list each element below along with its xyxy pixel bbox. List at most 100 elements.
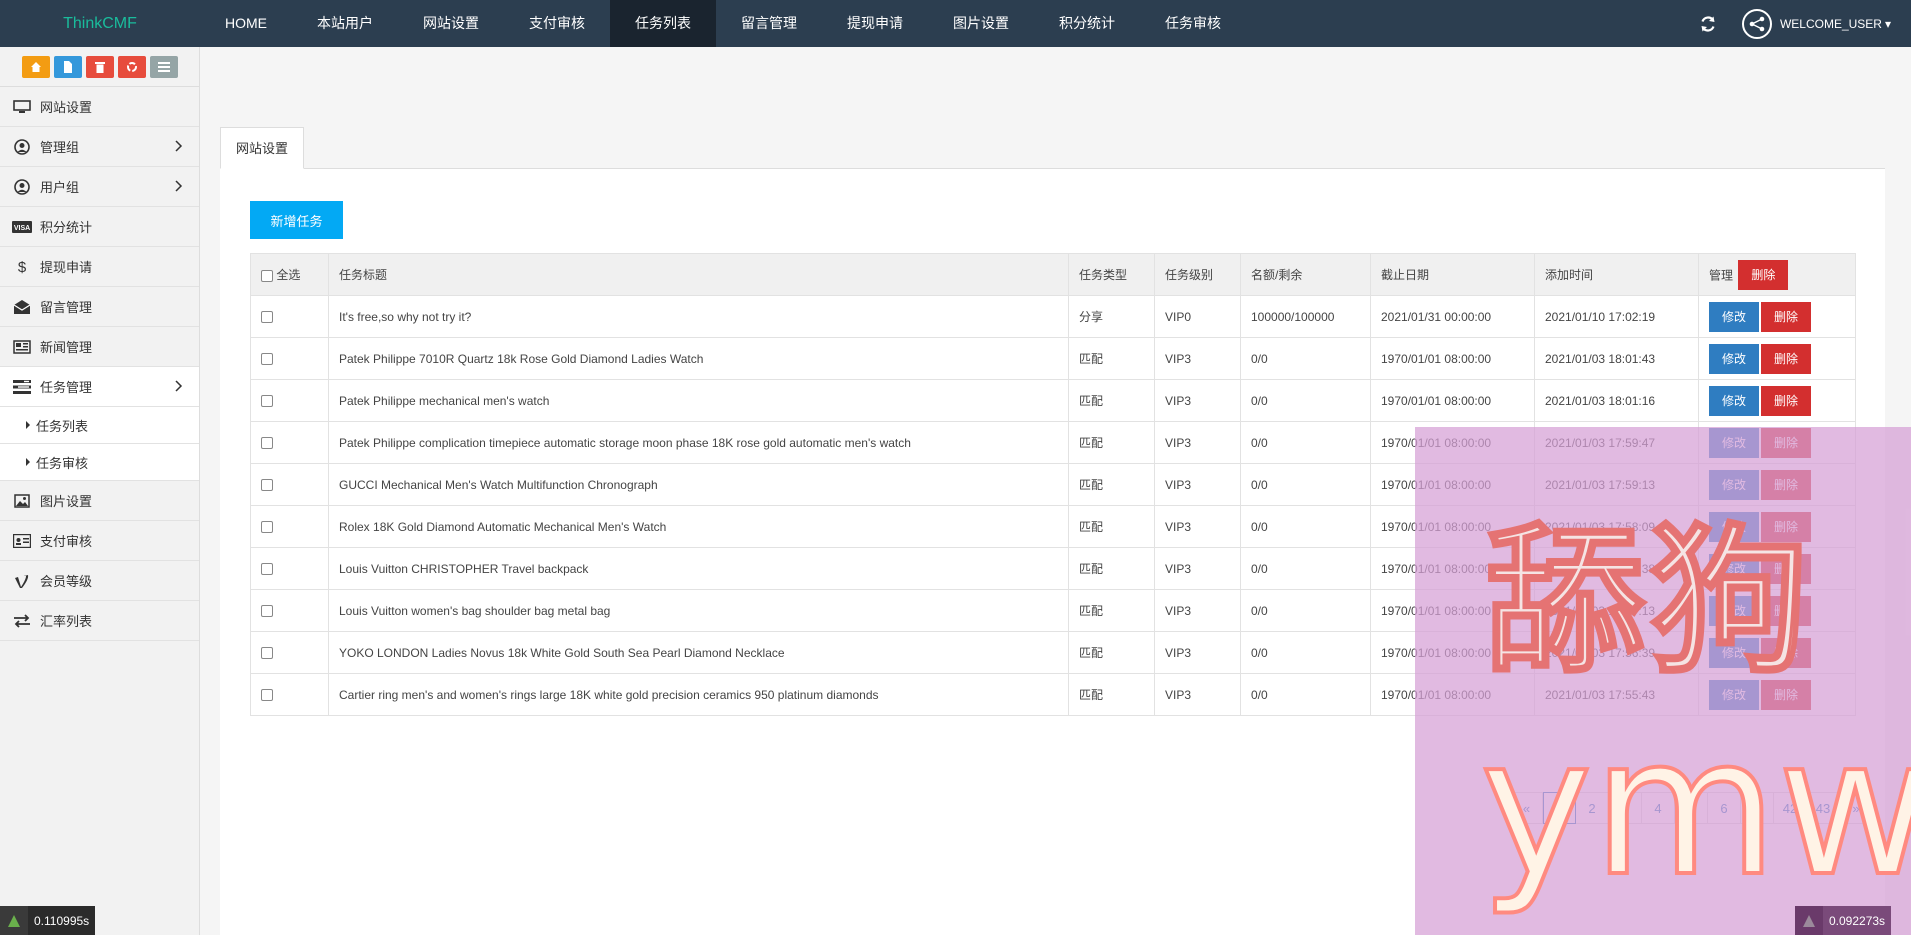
task-type-cell: 匹配 bbox=[1068, 463, 1155, 506]
task-quota-cell: 0/0 bbox=[1240, 463, 1371, 506]
task-quota-cell: 0/0 bbox=[1240, 589, 1371, 632]
user-circle-icon bbox=[12, 178, 32, 195]
sidebar: 网站设置 管理组用户组 VISA 积分统计 $ 提现申请 留言管理新闻管理任务管理 任务列表任… bbox=[0, 47, 200, 935]
recycle-icon[interactable] bbox=[117, 55, 146, 78]
top-nav: HOME 本站用户 网站设置 支付审核 任务列表 留言管理 提现申请 图片设置 积分统计 任务审核 bbox=[200, 0, 1246, 47]
sidebar-item[interactable]: 支付审核 bbox=[0, 521, 199, 561]
topnav-item[interactable]: 提现申请 bbox=[822, 0, 928, 47]
bulk-delete-button[interactable]: 删除 bbox=[1738, 259, 1789, 290]
edit-button[interactable]: 修改 bbox=[1709, 301, 1759, 332]
deadline-header: 截止日期 bbox=[1370, 253, 1535, 296]
sidebar-subitem[interactable]: 任务列表 bbox=[0, 407, 199, 444]
task-level-cell: VIP3 bbox=[1154, 673, 1241, 716]
sidebar-item[interactable]: $ 提现申请 bbox=[0, 247, 199, 287]
topnav-item[interactable]: 本站用户 bbox=[292, 0, 398, 47]
tasks-icon bbox=[12, 379, 32, 395]
welcome-label: WELCOME_USER bbox=[1779, 16, 1882, 31]
delete-button[interactable]: 删除 bbox=[1761, 301, 1811, 332]
topnav-item[interactable]: 留言管理 bbox=[716, 0, 822, 47]
row-select-cell bbox=[250, 547, 329, 590]
level-header: 任务级别 bbox=[1154, 253, 1241, 296]
task-type-cell: 匹配 bbox=[1068, 673, 1155, 716]
sidebar-item[interactable]: 会员等级 bbox=[0, 561, 199, 601]
trash-icon[interactable] bbox=[85, 55, 114, 78]
row-select-cell bbox=[250, 421, 329, 464]
task-deadline-cell: 1970/01/01 08:00:00 bbox=[1370, 379, 1535, 422]
row-checkbox[interactable] bbox=[261, 353, 273, 366]
tab-site-settings[interactable]: 网站设置 bbox=[220, 127, 305, 169]
row-checkbox[interactable] bbox=[261, 605, 273, 618]
row-checkbox[interactable] bbox=[261, 563, 273, 576]
share-avatar-icon[interactable] bbox=[1741, 8, 1772, 39]
sidebar-item[interactable]: 留言管理 bbox=[0, 287, 199, 327]
topnav-item[interactable]: 图片设置 bbox=[928, 0, 1034, 47]
file-icon[interactable] bbox=[53, 55, 82, 78]
sidebar-item[interactable]: 图片设置 bbox=[0, 481, 199, 521]
task-type-cell: 匹配 bbox=[1068, 589, 1155, 632]
task-title-cell: YOKO LONDON Ladies Novus 18k White Gold … bbox=[328, 631, 1069, 674]
sidebar-item[interactable]: 网站设置 bbox=[0, 87, 199, 127]
row-checkbox[interactable] bbox=[261, 689, 273, 702]
sidebar-item-label: 用户组 bbox=[40, 180, 80, 195]
page-timer-left[interactable]: 0.110995s bbox=[0, 906, 96, 935]
tab-bar: 网站设置 bbox=[220, 127, 1885, 169]
sidebar-item[interactable]: 管理组 bbox=[0, 127, 199, 167]
row-select-cell bbox=[250, 673, 329, 716]
sidebar-item[interactable]: VISA 积分统计 bbox=[0, 207, 199, 247]
task-type-cell: 匹配 bbox=[1068, 337, 1155, 380]
sidebar-item[interactable]: 用户组 bbox=[0, 167, 199, 207]
sidebar-toolbar bbox=[0, 47, 199, 87]
sidebar-item[interactable]: 新闻管理 bbox=[0, 327, 199, 367]
task-quota-cell: 0/0 bbox=[1240, 631, 1371, 674]
quota-header: 名额/剩余 bbox=[1240, 253, 1371, 296]
task-level-cell: VIP3 bbox=[1154, 421, 1241, 464]
sidebar-item[interactable]: 汇率列表 bbox=[0, 601, 199, 641]
edit-button[interactable]: 修改 bbox=[1709, 385, 1759, 416]
monitor-icon bbox=[12, 99, 32, 115]
type-header: 任务类型 bbox=[1068, 253, 1155, 296]
sidebar-item-label: 会员等级 bbox=[40, 574, 93, 589]
topnav-item[interactable]: 任务列表 bbox=[610, 0, 716, 47]
task-level-cell: VIP3 bbox=[1154, 505, 1241, 548]
task-level-cell: VIP3 bbox=[1154, 379, 1241, 422]
topnav-item[interactable]: 积分统计 bbox=[1034, 0, 1140, 47]
row-checkbox[interactable] bbox=[261, 521, 273, 534]
refresh-icon[interactable] bbox=[1698, 14, 1718, 34]
task-type-cell: 匹配 bbox=[1068, 547, 1155, 590]
row-checkbox[interactable] bbox=[261, 479, 273, 492]
brand-logo[interactable]: ThinkCMF bbox=[0, 15, 200, 33]
task-title-cell: Louis Vuitton CHRISTOPHER Travel backpac… bbox=[328, 547, 1069, 590]
task-type-cell: 匹配 bbox=[1068, 421, 1155, 464]
add-task-button[interactable]: 新增任务 bbox=[250, 201, 343, 239]
sidebar-menu: 网站设置 管理组用户组 VISA 积分统计 $ 提现申请 留言管理新闻管理任务管理 任务列表任… bbox=[0, 87, 199, 641]
topnav-item[interactable]: 支付审核 bbox=[504, 0, 610, 47]
added-header: 添加时间 bbox=[1534, 253, 1699, 296]
row-checkbox[interactable] bbox=[261, 395, 273, 408]
watermark-sticker: 舔狗 ymw bbox=[1415, 427, 1911, 935]
task-title-cell: Cartier ring men's and women's rings lar… bbox=[328, 673, 1069, 716]
sidebar-item-label: 新闻管理 bbox=[40, 340, 93, 355]
delete-button[interactable]: 删除 bbox=[1761, 343, 1811, 374]
user-menu[interactable]: WELCOME_USER ▾ bbox=[1780, 17, 1891, 31]
topnav-item[interactable]: 任务审核 bbox=[1140, 0, 1246, 47]
page-timer-right[interactable]: 0.092273s bbox=[1795, 906, 1892, 935]
row-checkbox[interactable] bbox=[261, 647, 273, 660]
home-icon[interactable] bbox=[21, 55, 50, 78]
table-row: Patek Philippe mechanical men's watch 匹配 V… bbox=[250, 379, 1856, 422]
timer-right-value: 0.092273s bbox=[1829, 913, 1886, 928]
topnav-item[interactable]: 网站设置 bbox=[398, 0, 504, 47]
task-level-cell: VIP0 bbox=[1154, 295, 1241, 338]
task-quota-cell: 0/0 bbox=[1240, 547, 1371, 590]
row-checkbox[interactable] bbox=[261, 437, 273, 450]
topnav-item[interactable]: HOME bbox=[200, 0, 292, 47]
delete-button[interactable]: 删除 bbox=[1761, 385, 1811, 416]
sidebar-item[interactable]: 任务管理 bbox=[0, 367, 199, 407]
select-all-checkbox[interactable] bbox=[261, 269, 273, 282]
row-select-cell bbox=[250, 379, 329, 422]
sidebar-subitem[interactable]: 任务审核 bbox=[0, 444, 199, 481]
edit-button[interactable]: 修改 bbox=[1709, 343, 1759, 374]
svg-text:$: $ bbox=[18, 259, 27, 275]
row-checkbox[interactable] bbox=[261, 311, 273, 324]
list-icon[interactable] bbox=[149, 55, 178, 78]
manage-header: 管理 删除 bbox=[1698, 253, 1856, 296]
